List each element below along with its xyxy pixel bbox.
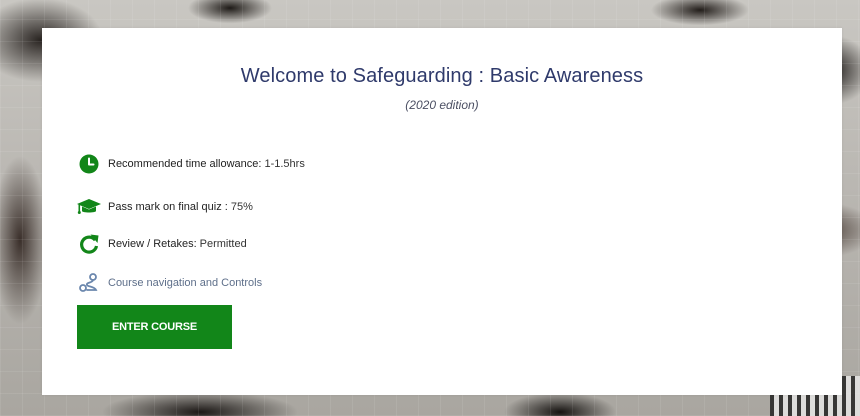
course-navigation-link-label[interactable]: Course navigation and Controls	[108, 277, 262, 289]
course-title: Welcome to Safeguarding : Basic Awarenes…	[240, 65, 644, 87]
pass-mark-label: Pass mark on final quiz :	[108, 201, 228, 213]
course-edition: (2020 edition)	[405, 98, 479, 112]
refresh-icon	[76, 232, 102, 256]
info-row-pass-mark: Pass mark on final quiz : 75%	[76, 195, 253, 219]
graduation-cap-icon	[76, 195, 102, 219]
route-icon	[76, 271, 102, 295]
enter-course-button[interactable]: ENTER COURSE	[77, 305, 232, 349]
course-navigation-link[interactable]: Course navigation and Controls	[76, 271, 262, 295]
course-card: Welcome to Safeguarding : Basic Awarenes…	[42, 28, 842, 395]
info-row-time: Recommended time allowance: 1-1.5hrs	[76, 152, 305, 176]
time-allowance-value: 1-1.5hrs	[264, 158, 305, 170]
time-allowance-label: Recommended time allowance:	[108, 158, 262, 170]
retakes-label: Review / Retakes:	[108, 238, 197, 250]
page-background: Welcome to Safeguarding : Basic Awarenes…	[0, 0, 860, 416]
pass-mark-value: 75%	[230, 201, 253, 213]
info-row-retakes: Review / Retakes: Permitted	[76, 232, 247, 256]
retakes-value: Permitted	[199, 238, 247, 250]
clock-icon	[76, 152, 102, 176]
